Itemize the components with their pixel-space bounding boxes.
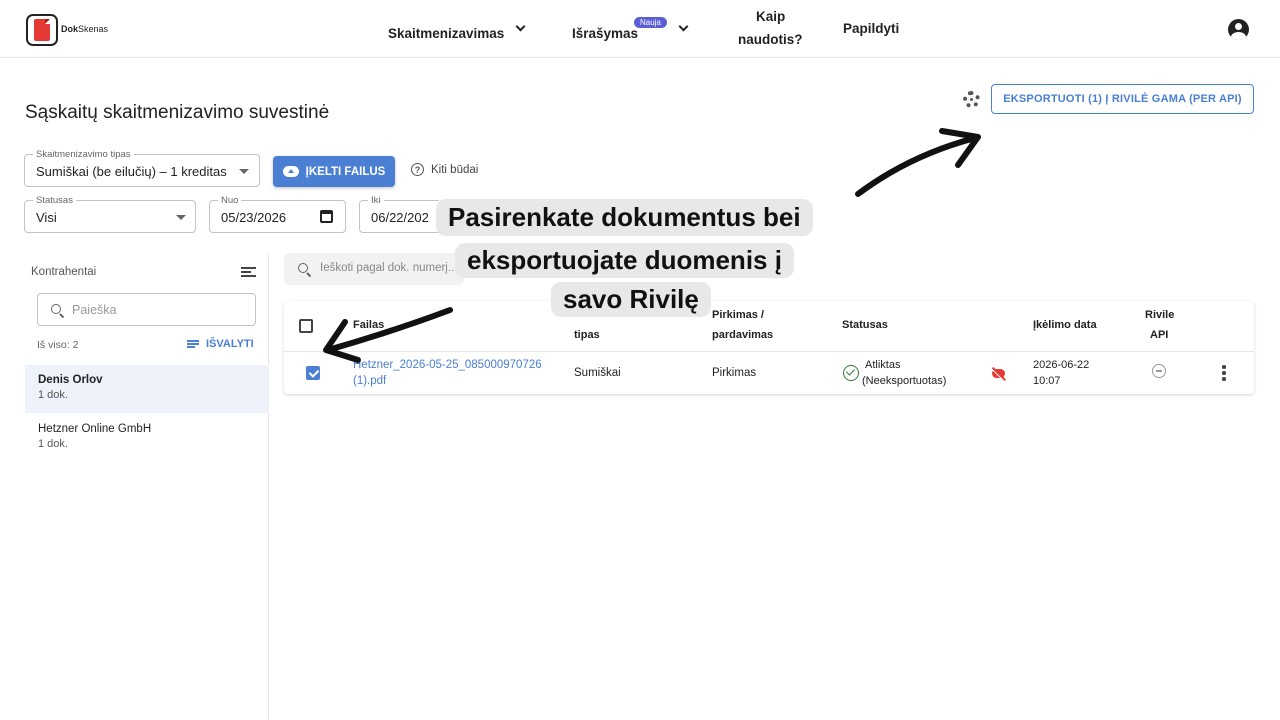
top-navbar: DokSkenas Skaitmenizavimas Išrašymas Nau…: [0, 0, 1280, 58]
field-label: Skaitmenizavimo tipas: [33, 149, 134, 160]
clear-filter-icon: [187, 340, 199, 348]
column-header-status[interactable]: Statusas: [842, 315, 888, 335]
cloud-off-icon: [992, 369, 1005, 378]
caption-line: eksportuojate duomenis į: [455, 243, 794, 278]
counterparty-name: Denis Orlov: [38, 374, 103, 386]
status-select[interactable]: Statusas Visi: [24, 195, 196, 233]
row-checkbox[interactable]: [306, 366, 320, 380]
column-header-rivile-api[interactable]: Rivile: [1145, 305, 1174, 325]
select-all-checkbox[interactable]: [299, 319, 313, 333]
file-link[interactable]: Hetzner_2026-05-25_085000970726: [353, 357, 542, 373]
caption-line: savo Rivilę: [551, 282, 711, 317]
counterparties-sidebar: Kontrahentai Paieška Iš viso: 2 IŠVALYTI…: [25, 253, 269, 720]
doc-type: Sumiškai: [574, 367, 621, 379]
dropdown-arrow-icon: [176, 215, 186, 220]
column-header-type[interactable]: tipas: [574, 325, 600, 345]
field-label: Nuo: [218, 195, 242, 206]
caption-line: Pasirenkate dokumentus bei: [436, 199, 813, 236]
field-value: 06/22/202: [371, 210, 429, 225]
field-value: 05/23/2026: [221, 210, 287, 225]
logo-icon[interactable]: [26, 14, 58, 46]
clear-button[interactable]: IŠVALYTI: [187, 338, 254, 350]
sidebar-title: Kontrahentai: [31, 266, 97, 278]
nav-digitization[interactable]: Skaitmenizavimas: [388, 26, 504, 41]
upload-label: ĮKELTI FAILUS: [305, 165, 386, 178]
other-ways-label: Kiti būdai: [431, 163, 479, 176]
counterparty-doc-count: 1 dok.: [38, 438, 68, 450]
counterparty-search-input[interactable]: Paieška: [37, 293, 256, 326]
search-icon: [298, 263, 308, 273]
export-rivile-button[interactable]: EKSPORTUOTI (1) Į RIVILĖ GAMA (PER API): [991, 84, 1254, 114]
column-header-file[interactable]: Failas: [353, 315, 384, 335]
other-ways-link[interactable]: ? Kiti būdai: [411, 163, 478, 176]
calendar-icon[interactable]: [320, 210, 333, 223]
field-value: Visi: [36, 210, 57, 225]
purchase-sale: Pirkimas: [712, 367, 757, 379]
document-search-input[interactable]: Ieškoti pagal dok. numerį...: [284, 253, 464, 285]
field-label: Statusas: [33, 195, 76, 206]
minus-circle-icon: [1152, 364, 1166, 378]
gear-icon[interactable]: [963, 91, 980, 108]
clear-label: IŠVALYTI: [206, 338, 254, 350]
search-placeholder: Ieškoti pagal dok. numerį...: [320, 262, 458, 274]
upload-date: 2026-06-22: [1033, 359, 1090, 371]
dropdown-arrow-icon: [239, 169, 249, 174]
upload-time: 10:07: [1033, 375, 1061, 387]
date-from-field[interactable]: Nuo 05/23/2026: [209, 195, 346, 233]
new-badge: Nauja: [634, 17, 667, 28]
status-text: Atliktas: [865, 359, 901, 371]
logo-text[interactable]: DokSkenas: [61, 24, 108, 34]
digitization-type-select[interactable]: Skaitmenizavimo tipas Sumiškai (be eiluč…: [24, 149, 260, 187]
status-text: (Neeksportuotas): [862, 375, 947, 387]
search-placeholder: Paieška: [72, 303, 117, 317]
nav-howto-line2[interactable]: naudotis?: [738, 32, 803, 47]
column-header-upload-date[interactable]: Įkėlimo data: [1033, 315, 1097, 335]
column-header-rivile-api[interactable]: API: [1150, 325, 1168, 345]
file-link[interactable]: (1).pdf: [353, 373, 386, 389]
field-label: Iki: [368, 195, 384, 206]
cloud-upload-icon: [282, 166, 299, 177]
nav-invoicing[interactable]: Išrašymas: [572, 26, 638, 41]
chevron-down-icon[interactable]: [515, 21, 526, 32]
more-options-icon[interactable]: [1222, 365, 1226, 381]
column-header-purchase-sale[interactable]: Pirkimas /: [712, 305, 764, 325]
documents-table: Failas tipas Pirkimas / pardavimas Statu…: [284, 301, 1254, 394]
column-header-purchase-sale[interactable]: pardavimas: [712, 325, 773, 345]
nav-howto-line1[interactable]: Kaip: [756, 9, 785, 24]
collapse-menu-icon[interactable]: [241, 267, 256, 277]
help-icon: ?: [411, 163, 424, 176]
account-icon[interactable]: [1228, 19, 1249, 40]
sidebar-item-hetzner[interactable]: Hetzner Online GmbH 1 dok.: [25, 414, 269, 462]
sidebar-item-denis-orlov[interactable]: Denis Orlov 1 dok.: [25, 365, 269, 413]
counterparty-doc-count: 1 dok.: [38, 389, 68, 401]
table-row[interactable]: Hetzner_2026-05-25_085000970726 (1).pdf …: [284, 351, 1254, 394]
upload-files-button[interactable]: ĮKELTI FAILUS: [273, 156, 395, 187]
nav-topup[interactable]: Papildyti: [843, 21, 899, 36]
page-title: Sąskaitų skaitmenizavimo suvestinė: [25, 102, 330, 123]
date-to-field[interactable]: Iki 06/22/202: [359, 195, 439, 233]
search-icon: [51, 304, 61, 314]
field-value: Sumiškai (be eilučių) – 1 kreditas: [36, 164, 227, 179]
chevron-down-icon[interactable]: [678, 21, 689, 32]
check-circle-icon: [843, 365, 859, 381]
total-count: Iš viso: 2: [37, 339, 79, 351]
counterparty-name: Hetzner Online GmbH: [38, 423, 152, 435]
